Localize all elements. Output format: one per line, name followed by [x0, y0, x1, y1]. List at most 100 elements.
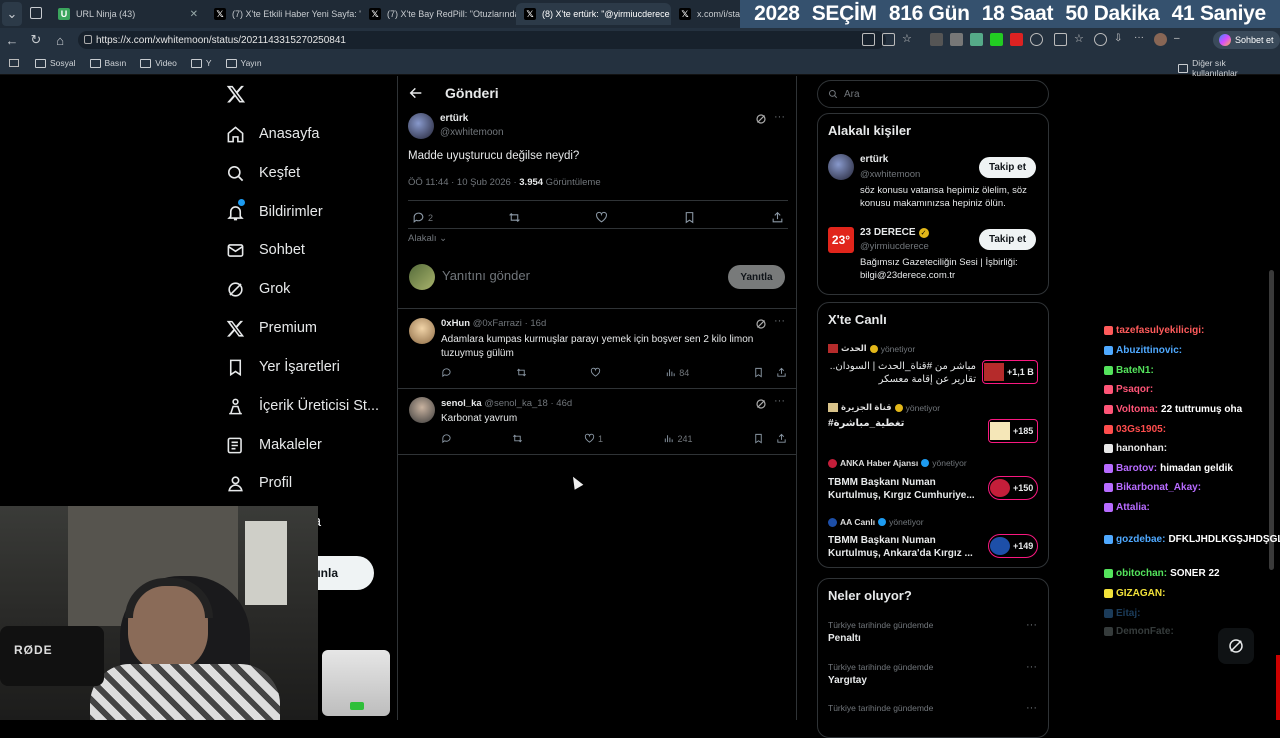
follow-button[interactable]: Takip et: [979, 157, 1037, 178]
reply-button[interactable]: [441, 367, 452, 378]
tab-close-icon[interactable]: ✕: [190, 9, 198, 20]
bookmark-folder-video[interactable]: Video: [140, 58, 177, 68]
trend-item[interactable]: Türkiye tarihinde gündemde Penaltı ···: [818, 617, 1048, 657]
nav-messages[interactable]: Sohbet: [226, 233, 305, 267]
tab-bay-redpill[interactable]: 𝕏(7) X'te Bay RedPill: "Otuzlarında✕: [361, 3, 516, 25]
bookmark-icon[interactable]: [753, 367, 764, 378]
related-person-name[interactable]: ertürk: [860, 154, 888, 165]
live-item-host[interactable]: قناة الجزيرة yönetiyor: [828, 402, 940, 413]
related-person-name[interactable]: 23 DERECE ✓: [860, 227, 929, 238]
extensions-puzzle-icon[interactable]: [1030, 33, 1043, 46]
reply-item[interactable]: senol_ka @senol_ka_18 · 46d ··· Karbonat…: [398, 389, 796, 454]
back-arrow-icon[interactable]: [408, 85, 424, 101]
related-person-handle[interactable]: @xwhitemoon: [860, 169, 920, 180]
bookmark-folder-yayin[interactable]: Yayın: [225, 58, 262, 68]
grok-icon[interactable]: [755, 318, 767, 330]
minimize-icon[interactable]: –: [1174, 33, 1187, 46]
extension-icon[interactable]: [1010, 33, 1023, 46]
related-person-handle[interactable]: @yirmiucderece: [860, 241, 929, 252]
tab-list-button[interactable]: ⌄: [2, 2, 22, 26]
share-icon[interactable]: [776, 367, 787, 378]
reply-submit-button[interactable]: Yanıtla: [728, 265, 785, 289]
read-aloud-icon[interactable]: [882, 33, 895, 46]
extension-icon[interactable]: [970, 33, 983, 46]
tab-url-ninja[interactable]: U URL Ninja (43) ✕: [50, 3, 206, 25]
home-icon[interactable]: ⌂: [48, 28, 72, 52]
reload-icon[interactable]: ↻: [24, 28, 48, 52]
live-item-title[interactable]: TBMM Başkanı Numan Kurtulmuş, Ankara'da …: [828, 534, 976, 560]
reply-button[interactable]: 2: [412, 211, 433, 224]
more-options-icon[interactable]: ···: [1026, 661, 1037, 673]
other-bookmarks-folder[interactable]: Diğer sık kullanılanlar: [1178, 58, 1266, 78]
nav-premium[interactable]: Premium: [226, 311, 317, 345]
favorite-star-icon[interactable]: ☆: [902, 33, 915, 46]
app-grid-icon[interactable]: [862, 33, 875, 46]
repost-button[interactable]: [512, 433, 523, 444]
downloads-icon[interactable]: ⇩: [1114, 33, 1127, 46]
share-button[interactable]: [771, 211, 784, 224]
nav-home[interactable]: Anasayfa: [226, 117, 319, 151]
nav-explore[interactable]: Keşfet: [226, 156, 300, 190]
more-options-icon[interactable]: ···: [1026, 702, 1037, 714]
bookmark-folder-basin[interactable]: Basın: [89, 58, 126, 68]
live-item-host[interactable]: AA Canlı yönetiyor: [828, 517, 924, 527]
extension-icon[interactable]: [930, 33, 943, 46]
live-item-host[interactable]: الحدث yönetiyor: [828, 343, 915, 354]
repost-button[interactable]: [516, 367, 527, 378]
bookmark-folder-sosyal[interactable]: Sosyal: [35, 58, 76, 68]
more-options-icon[interactable]: ···: [774, 315, 785, 327]
author-name[interactable]: ertürk: [440, 113, 468, 124]
extension-icon[interactable]: [990, 33, 1003, 46]
search-input[interactable]: Ara: [817, 80, 1049, 108]
sort-replies-dropdown[interactable]: Alakalı ⌄: [408, 233, 447, 244]
tab-x-status[interactable]: 𝕏x.com/i/status: [671, 3, 741, 25]
bookmark-folder-y[interactable]: Y: [190, 58, 212, 68]
tab-erturk[interactable]: 𝕏(8) X'te ertürk: "@yirmiucderece b✕: [516, 3, 671, 25]
reply-author-avatar[interactable]: [409, 397, 435, 423]
bookmark-button[interactable]: [683, 211, 696, 224]
views-button[interactable]: 84: [665, 367, 689, 378]
nav-grok[interactable]: Grok: [226, 272, 290, 306]
author-handle[interactable]: @xwhitemoon: [440, 127, 504, 138]
back-arrow-icon[interactable]: ←: [0, 28, 24, 52]
more-options-icon[interactable]: ···: [774, 395, 785, 407]
trend-item[interactable]: Türkiye tarihinde gündemde ···: [818, 700, 1048, 720]
live-item-title[interactable]: مباشر من #قناة_الحدث | السودان.. تقارير …: [828, 360, 976, 386]
more-options-icon[interactable]: ···: [1026, 619, 1037, 631]
live-item-host[interactable]: ANKA Haber Ajansı yönetiyor: [828, 458, 967, 468]
more-menu-icon[interactable]: ···: [1134, 33, 1147, 46]
share-icon[interactable]: [776, 433, 787, 444]
live-item-title[interactable]: #تغطية_مباشرة: [828, 418, 904, 429]
extension-icon[interactable]: [950, 33, 963, 46]
nav-bookmarks[interactable]: Yer İşaretleri: [226, 350, 340, 384]
author-avatar[interactable]: [408, 113, 434, 139]
x-logo-icon[interactable]: [226, 84, 246, 104]
like-button[interactable]: 1: [584, 433, 603, 444]
more-options-icon[interactable]: ···: [774, 111, 785, 123]
url-field[interactable]: https://x.com/xwhitemoon/status/20211433…: [78, 31, 886, 49]
favorites-icon[interactable]: ☆: [1074, 33, 1087, 46]
nav-notifications[interactable]: Bildirimler: [226, 195, 323, 229]
follow-button[interactable]: Takip et: [979, 229, 1037, 250]
trend-item[interactable]: Türkiye tarihinde gündemde Yargıtay ···: [818, 659, 1048, 699]
nav-creator-studio[interactable]: İçerik Üreticisi St...: [226, 389, 379, 423]
live-listeners-badge[interactable]: +1,1 B: [982, 360, 1038, 384]
grok-icon[interactable]: [755, 113, 767, 125]
live-item-title[interactable]: TBMM Başkanı Numan Kurtulmuş, Kırgız Cum…: [828, 476, 976, 502]
profile-avatar[interactable]: [1154, 33, 1167, 46]
live-listeners-badge[interactable]: +185: [988, 419, 1038, 443]
23-derece-logo-icon[interactable]: 23°: [828, 227, 854, 253]
bookmark-sidebar-icon[interactable]: [9, 59, 19, 67]
bookmark-icon[interactable]: [753, 433, 764, 444]
related-person-avatar[interactable]: [828, 154, 854, 180]
like-button[interactable]: [595, 211, 608, 224]
nav-profile[interactable]: Profil: [226, 466, 292, 500]
like-button[interactable]: [590, 367, 601, 378]
views-button[interactable]: 241: [663, 433, 693, 444]
grok-floating-button[interactable]: [1218, 628, 1254, 664]
reply-button[interactable]: [441, 433, 452, 444]
split-screen-icon[interactable]: [1054, 33, 1067, 46]
live-listeners-badge[interactable]: +150: [988, 476, 1038, 500]
browser-essentials-icon[interactable]: [1094, 33, 1107, 46]
grok-icon[interactable]: [755, 398, 767, 410]
